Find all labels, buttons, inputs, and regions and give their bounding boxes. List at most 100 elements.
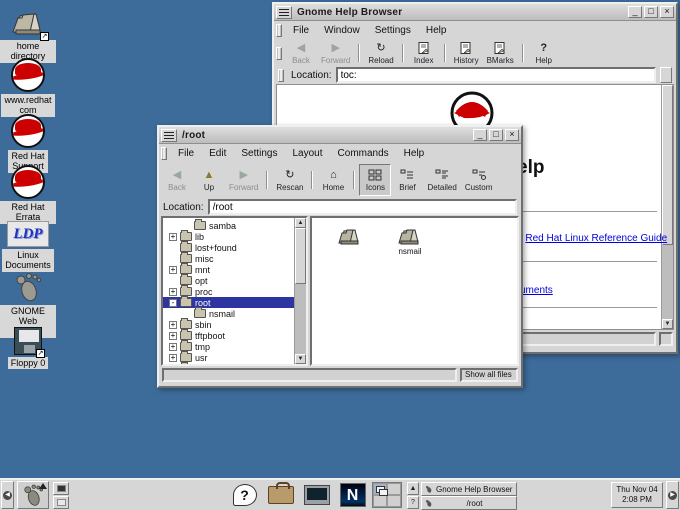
custom-view-button[interactable]: Custom	[461, 164, 497, 196]
desktop-icon-redhat-com[interactable]: www.redhat com	[0, 58, 56, 117]
task-button-root[interactable]: /root	[421, 496, 517, 510]
desktop-icon-home-directory[interactable]: ↗ home directory	[0, 8, 56, 63]
reload-button[interactable]: ↻ Reload	[364, 41, 397, 66]
folder-icon	[194, 221, 206, 230]
icons-view-icon	[368, 169, 382, 182]
maximize-button[interactable]: □	[489, 129, 503, 141]
help-button[interactable]: ? Help	[528, 41, 560, 66]
config-tool-launcher[interactable]	[264, 481, 297, 509]
file-item-folder[interactable]	[326, 226, 374, 247]
brief-view-button[interactable]: Brief	[391, 164, 423, 196]
maximize-button[interactable]: □	[644, 6, 658, 18]
desktop-icon-label: Floppy 0	[8, 357, 49, 369]
menu-settings[interactable]: Settings	[234, 146, 284, 161]
menu-commands[interactable]: Commands	[331, 146, 396, 161]
scroll-up-icon[interactable]: ▲	[295, 218, 306, 228]
scrollbar-thumb[interactable]	[662, 85, 673, 245]
expander-icon[interactable]: +	[169, 266, 177, 274]
location-input[interactable]	[336, 67, 656, 83]
tree-item-root-selected[interactable]: -root	[163, 297, 294, 308]
help-launcher[interactable]: ?	[228, 481, 261, 509]
brief-view-icon	[400, 169, 414, 182]
menu-layout[interactable]: Layout	[286, 146, 330, 161]
help-vertical-scrollbar[interactable]: ▼	[661, 85, 673, 329]
menu-file[interactable]: File	[171, 146, 201, 161]
expander-icon[interactable]: +	[169, 288, 177, 296]
fm-title-bar[interactable]: /root _ □ ×	[159, 127, 521, 144]
rescan-button[interactable]: ↻ Rescan	[272, 164, 307, 196]
scroll-down-icon[interactable]: ▼	[295, 354, 306, 364]
toolbar-separator	[522, 44, 524, 62]
menu-help[interactable]: Help	[419, 23, 454, 38]
help-title-bar[interactable]: Gnome Help Browser _ □ ×	[274, 4, 676, 21]
tasklist-handle[interactable]: ?	[407, 496, 419, 509]
detailed-view-button[interactable]: Detailed	[423, 164, 460, 196]
expander-icon[interactable]: -	[169, 299, 177, 307]
pager-desk-2[interactable]	[387, 483, 401, 495]
panel-hide-left-button[interactable]: ◀	[1, 481, 14, 509]
panel-hide-right-button[interactable]: ▶	[666, 481, 679, 509]
window-menu-icon[interactable]	[276, 6, 292, 19]
desk-guide-pager[interactable]	[372, 481, 402, 509]
panel-applet-top-button[interactable]	[53, 482, 69, 495]
menu-edit[interactable]: Edit	[202, 146, 233, 161]
toolbar-separator	[358, 44, 360, 62]
reference-guide-link[interactable]: Red Hat Linux Reference Guide	[525, 233, 667, 244]
window-menu-icon[interactable]	[161, 129, 177, 142]
resize-grip[interactable]	[659, 332, 673, 346]
pager-grid[interactable]	[372, 482, 402, 508]
redhat-logo-icon	[11, 114, 45, 148]
task-button-help-browser[interactable]: Gnome Help Browser	[421, 482, 517, 496]
minimize-button[interactable]: _	[473, 129, 487, 141]
pager-desk-1-active[interactable]	[373, 483, 387, 495]
menu-file[interactable]: File	[286, 23, 316, 38]
pager-desk-4[interactable]	[387, 495, 401, 507]
close-button[interactable]: ×	[505, 129, 519, 141]
icons-view-button[interactable]: Icons	[359, 164, 391, 196]
expander-icon[interactable]: +	[169, 343, 177, 351]
back-button[interactable]: ◀ Back	[285, 41, 317, 66]
folder-icon	[180, 232, 192, 241]
menu-window[interactable]: Window	[317, 23, 367, 38]
desktop-icon-redhat-errata[interactable]: Red Hat Errata	[0, 165, 56, 224]
location-input[interactable]	[208, 199, 517, 215]
menu-settings[interactable]: Settings	[368, 23, 418, 38]
close-button[interactable]: ×	[660, 6, 674, 18]
expander-icon[interactable]: +	[169, 332, 177, 340]
terminal-launcher[interactable]	[300, 481, 333, 509]
pager-desk-3[interactable]	[373, 495, 387, 507]
file-item-nsmail[interactable]: nsmail	[386, 226, 434, 256]
file-manager-window: /root _ □ × File Edit Settings Layout Co…	[157, 125, 523, 388]
tree-vertical-scrollbar[interactable]: ▲ ▼	[294, 218, 306, 364]
back-button[interactable]: ◀ Back	[161, 164, 193, 196]
location-grip[interactable]	[278, 69, 284, 82]
location-dropdown-button[interactable]	[660, 67, 672, 83]
minimize-button[interactable]: _	[628, 6, 642, 18]
bmarks-button[interactable]: BMarks	[483, 41, 518, 66]
menu-help[interactable]: Help	[397, 146, 432, 161]
menubar-grip[interactable]	[161, 147, 167, 160]
desktop-icon-floppy-0[interactable]: ↗ Floppy 0	[0, 327, 56, 369]
toolbar-grip[interactable]	[276, 47, 282, 60]
expander-icon[interactable]: +	[169, 321, 177, 329]
clock-applet[interactable]: Thu Nov 04 2:08 PM	[611, 482, 663, 508]
netscape-launcher[interactable]: N	[336, 481, 369, 509]
forward-button[interactable]: ▶ Forward	[317, 41, 354, 66]
expander-icon[interactable]: +	[169, 354, 177, 362]
expander-icon[interactable]: +	[169, 233, 177, 241]
up-button[interactable]: ▲ Up	[193, 164, 225, 196]
tree-item-var[interactable]: +var	[163, 363, 294, 364]
scroll-down-icon[interactable]: ▼	[662, 319, 673, 329]
home-button[interactable]: ⌂ Home	[317, 164, 349, 196]
index-button[interactable]: Index	[408, 41, 440, 66]
desktop-icon-redhat-support[interactable]: Red Hat Support	[0, 114, 56, 173]
tasklist-arrow-button[interactable]: ▲	[407, 482, 419, 495]
scrollbar-thumb[interactable]	[295, 228, 306, 284]
panel-applet-bottom-button[interactable]	[53, 496, 69, 509]
desktop-icon-linux-documents[interactable]: LDP Linux Documents	[0, 221, 56, 272]
forward-button[interactable]: ▶ Forward	[225, 164, 262, 196]
folder-icon: ↗	[10, 8, 46, 38]
menubar-grip[interactable]	[276, 24, 282, 37]
history-button[interactable]: History	[450, 41, 483, 66]
main-menu-button[interactable]	[17, 481, 49, 509]
